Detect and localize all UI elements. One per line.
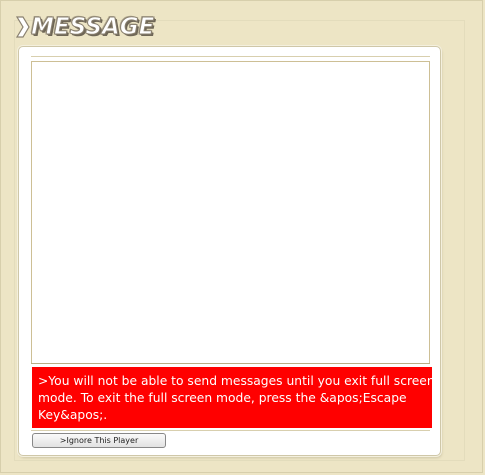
- fullscreen-warning-text: >You will not be able to send messages u…: [38, 374, 435, 422]
- message-panel: >You will not be able to send messages u…: [18, 46, 441, 456]
- page-title: MESSAGE: [30, 13, 155, 40]
- ignore-player-button[interactable]: >Ignore This Player: [32, 433, 166, 448]
- header-title: MESSAGE: [16, 11, 155, 43]
- divider: [31, 363, 430, 364]
- chevron-right-icon: [16, 16, 30, 38]
- divider: [31, 430, 430, 431]
- message-log-area[interactable]: [31, 61, 430, 364]
- ignore-player-button-label: >Ignore This Player: [59, 435, 139, 445]
- fullscreen-warning-banner: >You will not be able to send messages u…: [32, 367, 435, 428]
- divider: [31, 56, 430, 57]
